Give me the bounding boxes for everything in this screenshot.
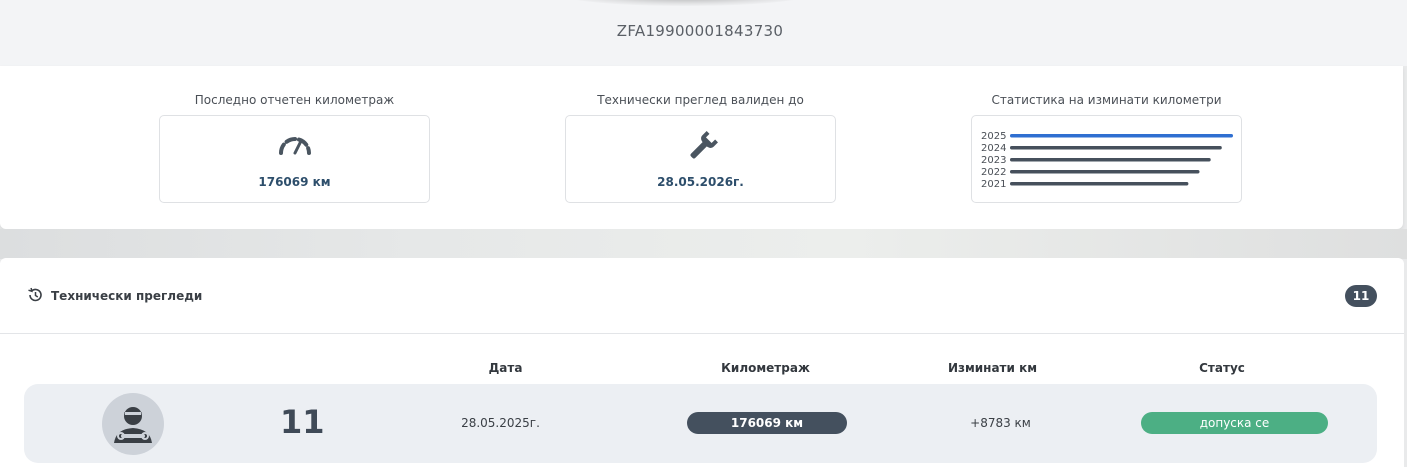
inspection-mileage-badge: 176069 км [687, 412, 847, 434]
inspections-title: Технически прегледи [51, 289, 203, 303]
column-traveled: Изминати км [947, 361, 1038, 375]
stat-km-statistics-label: Статистика на изминати километри [991, 93, 1222, 107]
km-chart-year-label: 2022 [981, 167, 1006, 178]
km-chart-bar [1010, 170, 1200, 174]
table-row[interactable]: 11 28.05.2025г. 176069 км +8783 км допус… [24, 384, 1377, 463]
km-chart-bar [1010, 134, 1233, 138]
km-chart-year-label: 2025 [981, 131, 1006, 142]
car-image-shadow [560, 0, 810, 6]
history-icon [27, 287, 43, 307]
column-status: Статус [1199, 361, 1245, 375]
km-statistics-chart: 20252024202320222021 [981, 131, 1233, 190]
km-statistics-box: 2025 2024 2023 2022 2021 [971, 115, 1242, 203]
vehicle-header: ZFA19900001843730 [0, 0, 1407, 66]
stat-mileage-box: 176069 км [159, 115, 430, 203]
km-chart-bar [1010, 158, 1211, 162]
stat-inspection-box: 28.05.2026г. [565, 115, 836, 203]
km-chart-year-label: 2024 [981, 143, 1006, 154]
km-chart-year-label: 2023 [981, 155, 1006, 166]
stat-inspection-value: 28.05.2026г. [657, 175, 744, 189]
background-strip [0, 229, 1407, 259]
inspections-count-badge: 11 [1345, 285, 1377, 307]
km-chart-bar [1010, 182, 1189, 186]
stat-mileage-label: Последно отчетен километраж [194, 93, 395, 107]
wrench-icon [566, 130, 835, 170]
inspection-number: 11 [280, 403, 325, 441]
column-mileage: Километраж [721, 361, 810, 375]
km-chart-year-label: 2021 [981, 179, 1006, 190]
stat-inspection-label: Технически преглед валиден до [597, 93, 804, 107]
inspection-status-badge: допуска се [1141, 412, 1328, 434]
inspections-card: Технически прегледи 11 Дата Километраж И… [0, 258, 1404, 467]
inspections-header: Технически прегледи 11 [0, 258, 1404, 334]
inspection-traveled-km: +8783 км [970, 416, 1031, 430]
inspection-date: 28.05.2025г. [461, 416, 540, 430]
km-chart-bar [1010, 146, 1222, 150]
vin-number: ZFA19900001843730 [616, 22, 784, 40]
speedometer-icon [160, 132, 429, 160]
mechanic-avatar-icon [102, 393, 164, 455]
stats-card: Последно отчетен километраж 176069 км Те… [0, 66, 1403, 229]
stat-mileage-value: 176069 км [258, 175, 331, 189]
column-date: Дата [488, 361, 523, 375]
